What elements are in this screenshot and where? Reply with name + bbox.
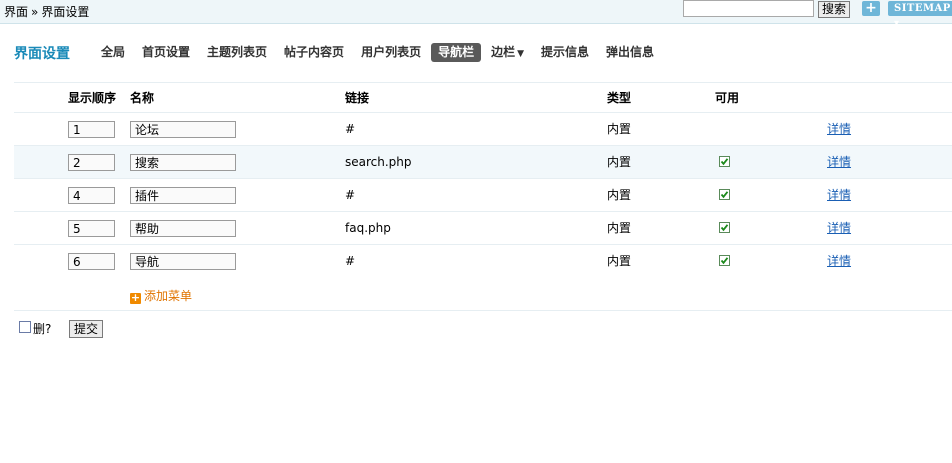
detail-link[interactable]: 详情: [827, 113, 851, 145]
tab-5[interactable]: 导航栏: [431, 43, 482, 62]
table-row: # 内置 详情: [14, 244, 952, 278]
column-header-name: 名称: [130, 91, 155, 105]
tab-label: 主题列表页: [207, 45, 268, 59]
detail-link[interactable]: 详情: [827, 212, 851, 244]
add-menu-link[interactable]: + 添加菜单: [130, 287, 192, 304]
check-icon: [720, 257, 729, 265]
enabled-checkbox[interactable]: [719, 255, 730, 266]
tab-label: 首页设置: [142, 45, 191, 59]
add-menu-label: 添加菜单: [144, 289, 193, 303]
breadcrumb: 界面» 界面设置: [4, 3, 89, 20]
check-icon: [720, 224, 729, 232]
divider: [14, 310, 952, 311]
breadcrumb-root[interactable]: 界面: [4, 5, 28, 19]
tab-6[interactable]: 边栏 ▼: [484, 43, 531, 64]
tab-label: 导航栏: [438, 45, 475, 59]
detail-link[interactable]: 详情: [827, 245, 851, 277]
tab-label: 帖子内容页: [284, 45, 345, 59]
type-value: 内置: [607, 254, 632, 268]
sitemap-label: SITEMAP: [894, 3, 951, 14]
tab-label: 提示信息: [541, 45, 590, 59]
tab-4[interactable]: 用户列表页: [354, 43, 428, 62]
type-value: 内置: [607, 122, 632, 136]
sitemap-button[interactable]: SITEMAP ▾: [888, 1, 952, 29]
type-value: 内置: [607, 221, 632, 235]
order-input[interactable]: [68, 253, 115, 270]
check-icon: [720, 191, 729, 199]
table-row: # 内置 详情: [14, 178, 952, 212]
tab-bar: 全局 首页设置 主题列表页 帖子内容页 用户列表页 导航栏 边栏 ▼ 提示信息 弹出信息: [94, 43, 664, 65]
enabled-checkbox[interactable]: [719, 189, 730, 200]
breadcrumb-current: 界面设置: [41, 5, 90, 19]
name-input[interactable]: [130, 253, 236, 270]
tab-2[interactable]: 主题列表页: [200, 43, 274, 62]
name-input[interactable]: [130, 121, 236, 138]
tab-label: 弹出信息: [606, 45, 655, 59]
column-header-type: 类型: [607, 91, 632, 105]
name-input[interactable]: [130, 187, 236, 204]
detail-link[interactable]: 详情: [827, 179, 851, 211]
tab-8[interactable]: 弹出信息: [599, 43, 661, 62]
link-value: #: [345, 254, 356, 268]
table-header: 显示顺序 名称 链接 类型 可用: [14, 82, 952, 113]
table-row: search.php 内置 详情: [14, 145, 952, 179]
tab-3[interactable]: 帖子内容页: [277, 43, 351, 62]
tab-label: 用户列表页: [361, 45, 422, 59]
order-input[interactable]: [68, 121, 115, 138]
name-input[interactable]: [130, 154, 236, 171]
submit-button[interactable]: 提交: [69, 320, 104, 338]
tab-0[interactable]: 全局: [94, 43, 132, 62]
link-value: faq.php: [345, 221, 391, 235]
type-value: 内置: [607, 188, 632, 202]
link-value: search.php: [345, 155, 412, 169]
column-header-order: 显示顺序: [68, 91, 117, 105]
add-shortcut-button[interactable]: +: [862, 1, 880, 16]
search-input[interactable]: [683, 0, 814, 17]
tab-7[interactable]: 提示信息: [534, 43, 596, 62]
tab-label: 全局: [101, 45, 126, 59]
table-row: faq.php 内置 详情: [14, 211, 952, 245]
tab-label: 边栏: [491, 45, 516, 59]
order-input[interactable]: [68, 154, 115, 171]
tab-1[interactable]: 首页设置: [135, 43, 197, 62]
name-input[interactable]: [130, 220, 236, 237]
page-title: 界面设置: [14, 46, 70, 62]
type-value: 内置: [607, 155, 632, 169]
table-row: # 内置 详情: [14, 112, 952, 146]
enabled-checkbox[interactable]: [719, 222, 730, 233]
delete-checkbox[interactable]: [19, 321, 31, 333]
order-input[interactable]: [68, 220, 115, 237]
chevron-down-icon: ▼: [517, 49, 525, 59]
chevron-down-icon: ▾: [894, 18, 900, 29]
delete-label: 删?: [33, 322, 52, 336]
column-header-link: 链接: [345, 91, 370, 105]
order-input[interactable]: [68, 187, 115, 204]
detail-link[interactable]: 详情: [827, 146, 851, 178]
link-value: #: [345, 122, 356, 136]
add-icon: +: [130, 291, 141, 304]
top-bar: 界面» 界面设置 搜索 + SITEMAP ▾: [0, 0, 952, 29]
check-icon: [720, 158, 729, 166]
enabled-checkbox[interactable]: [719, 156, 730, 167]
breadcrumb-separator: »: [31, 5, 39, 19]
column-header-enabled: 可用: [715, 91, 740, 105]
search-button[interactable]: 搜索: [818, 1, 851, 18]
link-value: #: [345, 188, 356, 202]
